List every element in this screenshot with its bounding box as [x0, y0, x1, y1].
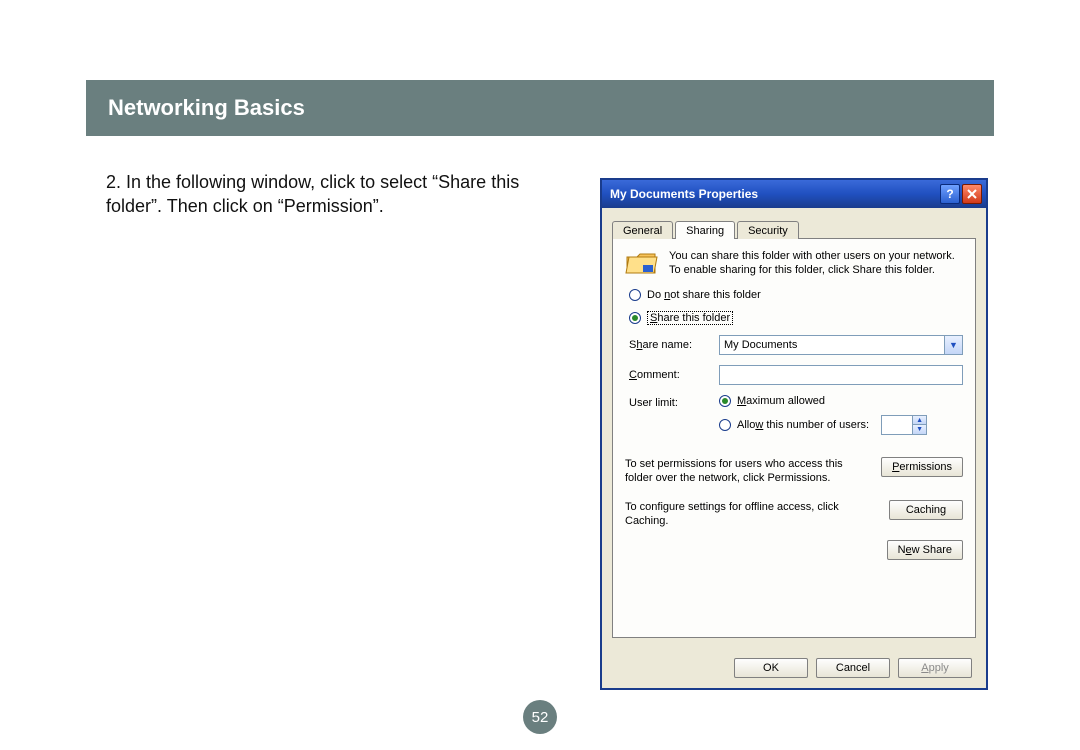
- max-allowed-label: Maximum allowed: [737, 395, 825, 407]
- help-icon[interactable]: ?: [940, 184, 960, 204]
- folder-share-icon: [625, 249, 659, 279]
- share-name-field[interactable]: My Documents ▼: [719, 335, 963, 355]
- comment-label: Comment:: [629, 369, 709, 381]
- radio-share-folder[interactable]: Share this folder: [629, 311, 963, 325]
- tab-sharing[interactable]: Sharing: [675, 221, 735, 239]
- radio-allow-number[interactable]: Allow this number of users: ▲ ▼: [719, 415, 963, 435]
- share-name-label: Share name:: [629, 339, 709, 351]
- dialog-client: General Sharing Security You can share t…: [602, 208, 986, 688]
- cancel-button[interactable]: Cancel: [816, 658, 890, 678]
- ok-button[interactable]: OK: [734, 658, 808, 678]
- tab-security[interactable]: Security: [737, 221, 799, 239]
- spin-up-icon[interactable]: ▲: [912, 416, 926, 425]
- allow-number-label: Allow this number of users:: [737, 419, 869, 431]
- apply-button[interactable]: Apply: [898, 658, 972, 678]
- radio-icon[interactable]: [719, 419, 731, 431]
- comment-field[interactable]: [719, 365, 963, 385]
- titlebar: My Documents Properties ?: [602, 180, 986, 208]
- sharing-description: You can share this folder with other use…: [669, 249, 963, 278]
- new-share-button[interactable]: New Share: [887, 540, 963, 560]
- spin-down-icon[interactable]: ▼: [912, 425, 926, 434]
- user-limit-label: User limit:: [629, 395, 709, 443]
- radio-icon[interactable]: [629, 312, 641, 324]
- share-name-value: My Documents: [724, 339, 797, 351]
- radio-icon[interactable]: [629, 289, 641, 301]
- permissions-text: To set permissions for users who access …: [625, 457, 873, 486]
- permissions-button[interactable]: Permissions: [881, 457, 963, 477]
- instruction-text: 2. In the following window, click to sel…: [106, 170, 576, 219]
- radio-share-folder-label: Share this folder: [647, 311, 733, 325]
- radio-do-not-share[interactable]: Do not share this folder: [629, 289, 963, 301]
- caching-text: To configure settings for offline access…: [625, 500, 881, 529]
- tab-strip: General Sharing Security: [612, 216, 976, 238]
- radio-max-allowed[interactable]: Maximum allowed: [719, 395, 963, 407]
- dialog-button-row: OK Cancel Apply: [734, 658, 972, 678]
- window-title: My Documents Properties: [610, 187, 938, 201]
- section-title: Networking Basics: [108, 95, 305, 121]
- manual-page: Networking Basics 2. In the following wi…: [0, 0, 1080, 750]
- page-number-badge: 52: [523, 700, 557, 734]
- section-header: Networking Basics: [86, 80, 994, 136]
- tab-general[interactable]: General: [612, 221, 673, 239]
- tab-panel-sharing: You can share this folder with other use…: [612, 238, 976, 638]
- properties-dialog: My Documents Properties ? General Sharin…: [600, 178, 988, 690]
- chevron-down-icon[interactable]: ▼: [944, 336, 962, 354]
- radio-icon[interactable]: [719, 395, 731, 407]
- user-count-stepper[interactable]: ▲ ▼: [881, 415, 927, 435]
- radio-do-not-share-label: Do not share this folder: [647, 289, 761, 301]
- caching-button[interactable]: Caching: [889, 500, 963, 520]
- close-icon[interactable]: [962, 184, 982, 204]
